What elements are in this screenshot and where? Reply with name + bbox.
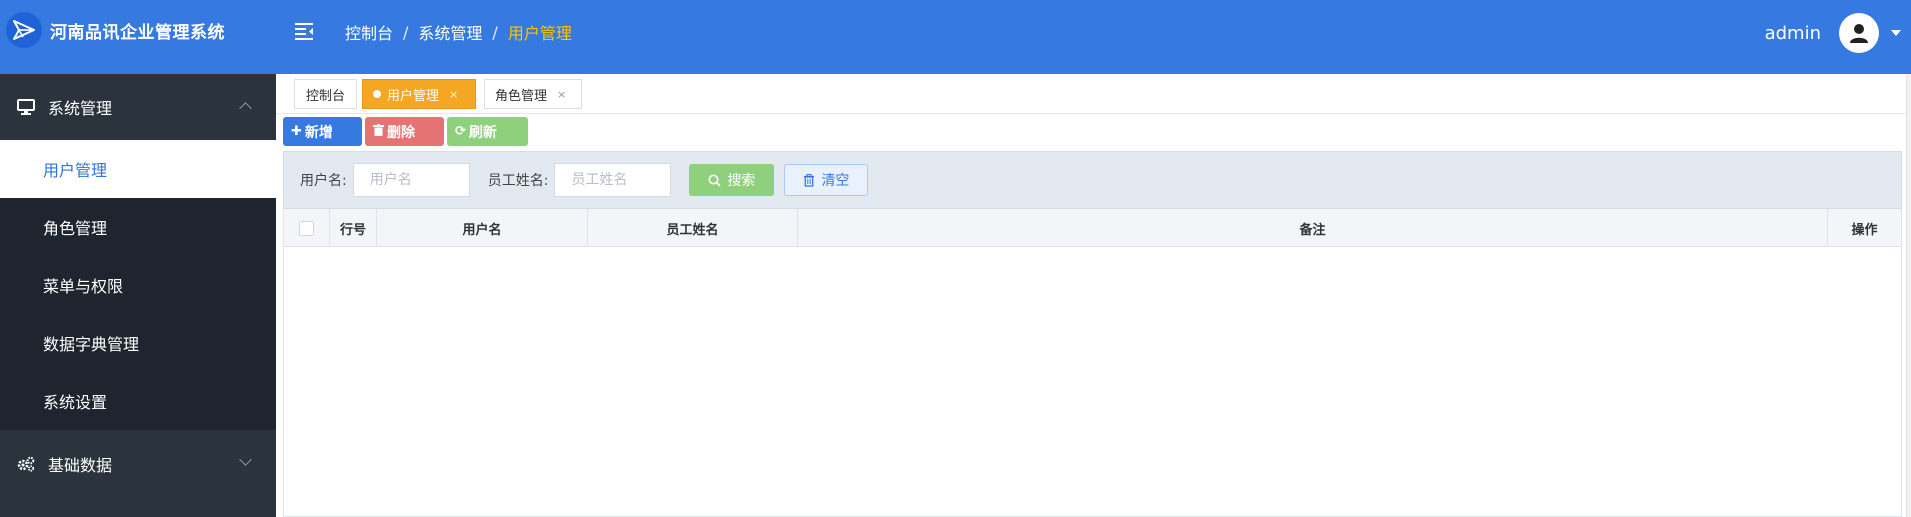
breadcrumb-item-dashboard[interactable]: 控制台: [345, 20, 393, 44]
username-search-input[interactable]: [352, 163, 470, 197]
username-filter-label: 用户名:: [300, 173, 347, 189]
add-button[interactable]: ✚ 新增: [283, 117, 362, 146]
clear-button-label: 清空: [821, 173, 850, 189]
refresh-icon: ⟳: [455, 124, 466, 139]
breadcrumb-separator: /: [492, 22, 498, 42]
delete-button-label: 删除: [387, 124, 415, 141]
search-panel: 用户名: 员工姓名: 搜索: [283, 151, 1902, 209]
app-logo[interactable]: 河南品讯企业管理系统: [6, 12, 225, 48]
avatar[interactable]: [1839, 13, 1879, 53]
chevron-down-icon: [239, 453, 252, 466]
breadcrumb-separator: /: [403, 22, 409, 42]
tab-bar: 控制台 用户管理 × 角色管理 ×: [276, 74, 1911, 114]
menu-fold-icon[interactable]: [293, 20, 315, 42]
add-button-label: 新增: [304, 124, 333, 141]
column-header-actions[interactable]: 操作: [1828, 209, 1901, 247]
sidebar-group-system[interactable]: 系统管理: [0, 74, 276, 140]
sidebar-item-dictionary[interactable]: 数据字典管理: [0, 314, 276, 372]
active-dot-icon: [373, 90, 381, 98]
sidebar-item-label: 系统设置: [43, 393, 108, 412]
username-label[interactable]: admin: [1765, 23, 1821, 44]
user-icon: [1850, 24, 1868, 43]
user-menu[interactable]: admin: [1765, 13, 1901, 53]
sidebar-item-label: 用户管理: [43, 161, 108, 180]
tab-label: 控制台: [305, 88, 345, 104]
top-header: 河南品讯企业管理系统 控制台 / 系统管理 / 用户管理 admin: [0, 0, 1911, 74]
employee-name-filter-label: 员工姓名:: [487, 173, 549, 189]
search-button-label: 搜索: [727, 173, 756, 189]
select-all-checkbox[interactable]: [299, 220, 314, 236]
column-header-employee-name[interactable]: 员工姓名: [588, 209, 798, 247]
chevron-up-icon: [239, 102, 252, 115]
tab-label: 角色管理: [495, 88, 548, 104]
sidebar-item-roles[interactable]: 角色管理: [0, 198, 276, 256]
sidebar-group-label: 基础数据: [48, 456, 113, 475]
column-header-remark[interactable]: 备注: [798, 209, 1828, 247]
sidebar-group-basic-data[interactable]: 基础数据: [0, 431, 276, 497]
action-toolbar: ✚ 新增 删除 ⟳ 刷新: [283, 117, 528, 146]
sidebar-item-menus-permissions[interactable]: 菜单与权限: [0, 256, 276, 314]
table-header: 行号 用户名 员工姓名 备注 操作: [284, 209, 1901, 247]
column-header-row-number[interactable]: 行号: [330, 209, 377, 247]
tab-user-management[interactable]: 用户管理 ×: [362, 79, 476, 109]
gears-icon: [16, 454, 36, 474]
breadcrumb: 控制台 / 系统管理 / 用户管理: [345, 20, 572, 44]
sidebar-item-label: 数据字典管理: [43, 335, 140, 354]
breadcrumb-item-current: 用户管理: [507, 24, 572, 43]
sidebar-item-settings[interactable]: 系统设置: [0, 372, 276, 430]
user-table: 行号 用户名 员工姓名 备注 操作: [283, 209, 1902, 517]
close-icon[interactable]: ×: [449, 88, 458, 101]
sidebar-item-users[interactable]: 用户管理: [0, 140, 276, 198]
tab-label: 用户管理: [387, 88, 440, 104]
sidebar-item-label: 菜单与权限: [43, 277, 124, 296]
sidebar: 系统管理 用户管理 角色管理 菜单与权限 数据字典管理 系统设置 基础数据: [0, 74, 276, 517]
main-content: 控制台 用户管理 × 角色管理 × ✚ 新增 删除 ⟳ 刷新 用户名: 用户名 …: [276, 74, 1911, 517]
employee-name-search-input[interactable]: [554, 163, 672, 197]
tab-dashboard[interactable]: 控制台: [294, 79, 357, 109]
clear-button[interactable]: 清空: [784, 164, 869, 196]
plus-icon: ✚: [291, 124, 302, 139]
paper-plane-logo-icon: [6, 12, 42, 48]
column-header-username[interactable]: 用户名: [377, 209, 588, 247]
sidebar-item-label: 角色管理: [43, 219, 108, 238]
search-button[interactable]: 搜索: [689, 164, 775, 196]
trash-icon: [373, 123, 384, 140]
app-title: 河南品讯企业管理系统: [50, 22, 225, 43]
search-icon: [708, 174, 722, 187]
sidebar-group-label: 系统管理: [48, 99, 113, 118]
chevron-down-icon[interactable]: [1891, 30, 1901, 36]
refresh-button[interactable]: ⟳ 刷新: [447, 117, 528, 146]
delete-button[interactable]: 删除: [365, 117, 444, 146]
app-root: 河南品讯企业管理系统 控制台 / 系统管理 / 用户管理 admin 系统管理 …: [0, 0, 1911, 517]
trash-icon: [803, 173, 815, 187]
vertical-scrollbar[interactable]: [1906, 74, 1911, 517]
refresh-button-label: 刷新: [468, 124, 497, 141]
tab-role-management[interactable]: 角色管理 ×: [484, 79, 582, 109]
breadcrumb-item-system[interactable]: 系统管理: [418, 20, 482, 44]
monitor-icon: [16, 97, 36, 117]
select-all-cell: [284, 209, 330, 247]
close-icon[interactable]: ×: [557, 88, 566, 101]
